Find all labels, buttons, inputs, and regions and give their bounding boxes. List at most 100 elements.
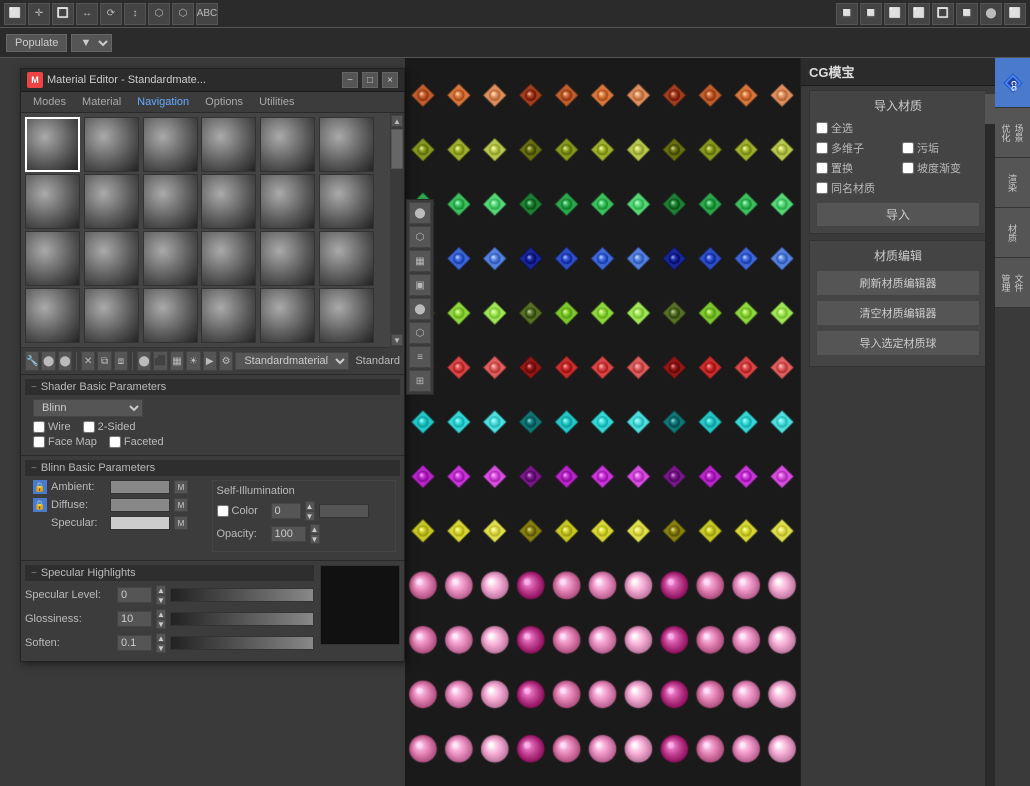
sphere-5[interactable] <box>260 117 315 172</box>
mat-tool-copy[interactable]: ⧉ <box>97 351 111 371</box>
mat-tool-sphere[interactable]: ⬤ <box>137 351 151 371</box>
faceted-checkbox-label[interactable]: Faceted <box>109 436 164 448</box>
glossiness-input[interactable] <box>117 611 152 627</box>
soften-input[interactable] <box>117 635 152 651</box>
spec-level-spin-up[interactable]: ▲ <box>156 585 166 595</box>
toolbar-icon-5[interactable]: ⟳ <box>100 3 122 25</box>
multi-sub-checkbox[interactable] <box>816 142 828 154</box>
spec-collapse-btn[interactable]: − <box>31 568 37 579</box>
glossiness-spin-down[interactable]: ▼ <box>156 619 166 629</box>
import-button[interactable]: 导入 <box>816 202 980 227</box>
mat-tool-get[interactable]: ⬤ <box>41 351 55 371</box>
soften-spin-up[interactable]: ▲ <box>156 633 166 643</box>
toolbar-icon-15[interactable]: 🔲 <box>956 3 978 25</box>
refresh-btn[interactable]: 刷新材质编辑器 <box>816 270 980 296</box>
side-icon-8[interactable]: ⊞ <box>409 370 431 392</box>
sphere-17[interactable] <box>260 231 315 286</box>
faceted-checkbox[interactable] <box>109 436 121 448</box>
sphere-7[interactable] <box>25 174 80 229</box>
sphere-12[interactable] <box>319 174 374 229</box>
diffuse-lock-btn[interactable]: 🔒 <box>33 498 47 512</box>
side-icon-5[interactable]: ⬤ <box>409 298 431 320</box>
sphere-22[interactable] <box>201 288 256 343</box>
diffuse-swatch[interactable] <box>110 498 170 512</box>
ambient-lock-btn[interactable]: 🔒 <box>33 480 47 494</box>
same-name-checkbox[interactable] <box>816 182 828 194</box>
menu-material[interactable]: Material <box>74 94 129 110</box>
scroll-up-btn[interactable]: ▲ <box>391 115 403 127</box>
mat-tool-bg[interactable]: ▦ <box>170 351 184 371</box>
sphere-13[interactable] <box>25 231 80 286</box>
dirt-checkbox-label[interactable]: 污垢 <box>902 140 980 156</box>
glossiness-spin-up[interactable]: ▲ <box>156 609 166 619</box>
blinn-collapse-btn[interactable]: − <box>31 463 37 474</box>
all-checkbox[interactable] <box>816 122 828 134</box>
sphere-24[interactable] <box>319 288 374 343</box>
side-icon-4[interactable]: ▣ <box>409 274 431 296</box>
side-tab-logo[interactable]: CG <box>995 58 1030 108</box>
ambient-map-btn[interactable]: M <box>174 480 188 494</box>
multi-sub-checkbox-label[interactable]: 多维子 <box>816 140 894 156</box>
mat-tool-put[interactable]: ⬤ <box>58 351 72 371</box>
color-spin-down[interactable]: ▼ <box>305 511 315 521</box>
clear-btn[interactable]: 清空材质编辑器 <box>816 300 980 326</box>
toolbar-icon-10[interactable]: 🔲 <box>836 3 858 25</box>
menu-options[interactable]: Options <box>197 94 251 110</box>
illum-color-checkbox[interactable] <box>217 505 229 517</box>
dirt-checkbox[interactable] <box>902 142 914 154</box>
sphere-11[interactable] <box>260 174 315 229</box>
sphere-6[interactable] <box>319 117 374 172</box>
side-tab-files[interactable]: 文件管理 <box>995 258 1030 308</box>
color-spin-up[interactable]: ▲ <box>305 501 315 511</box>
replace-checkbox[interactable] <box>816 162 828 174</box>
sphere-2[interactable] <box>84 117 139 172</box>
replace-checkbox-label[interactable]: 置换 <box>816 160 894 176</box>
sphere-1[interactable] <box>25 117 80 172</box>
face-map-checkbox-label[interactable]: Face Map <box>33 436 97 448</box>
mat-tool-light[interactable]: ☀ <box>186 351 200 371</box>
populate-dropdown[interactable]: ▼ <box>71 34 112 52</box>
opacity-spin-up[interactable]: ▲ <box>310 524 320 534</box>
mat-tool-box[interactable]: ⬛ <box>153 351 167 371</box>
scroll-down-btn[interactable]: ▼ <box>391 334 403 346</box>
menu-modes[interactable]: Modes <box>25 94 74 110</box>
menu-utilities[interactable]: Utilities <box>251 94 302 110</box>
side-icon-7[interactable]: ≡ <box>409 346 431 368</box>
side-tab-scene[interactable]: 场景优化 <box>995 108 1030 158</box>
sphere-8[interactable] <box>84 174 139 229</box>
side-icon-1[interactable]: ⬤ <box>409 202 431 224</box>
sphere-9[interactable] <box>143 174 198 229</box>
spec-level-spin-down[interactable]: ▼ <box>156 595 166 605</box>
restore-button[interactable]: □ <box>362 72 378 88</box>
soften-spin-down[interactable]: ▼ <box>156 643 166 653</box>
sphere-18[interactable] <box>319 231 374 286</box>
spec-level-input[interactable] <box>117 587 152 603</box>
mat-tool-delete[interactable]: ✕ <box>81 351 95 371</box>
import-sel-btn[interactable]: 导入选定材质球 <box>816 330 980 356</box>
toolbar-icon-12[interactable]: ⬜ <box>884 3 906 25</box>
toolbar-icon-2[interactable]: ✛ <box>28 3 50 25</box>
toolbar-icon-16[interactable]: ⬤ <box>980 3 1002 25</box>
opacity-spin-down[interactable]: ▼ <box>310 534 320 544</box>
side-icon-2[interactable]: ⬡ <box>409 226 431 248</box>
ambient-swatch[interactable] <box>110 480 170 494</box>
side-tab-render[interactable]: 渲染 <box>995 158 1030 208</box>
mat-tool-video[interactable]: ▶ <box>203 351 217 371</box>
sphere-4[interactable] <box>201 117 256 172</box>
sphere-23[interactable] <box>260 288 315 343</box>
toolbar-icon-17[interactable]: ⬜ <box>1004 3 1026 25</box>
gradient-checkbox[interactable] <box>902 162 914 174</box>
sphere-19[interactable] <box>25 288 80 343</box>
mat-tool-options[interactable]: ⚙ <box>219 351 233 371</box>
color-value-input[interactable] <box>271 503 301 519</box>
sphere-21[interactable] <box>143 288 198 343</box>
color-checkbox[interactable]: Color <box>217 505 267 517</box>
side-icon-3[interactable]: ▦ <box>409 250 431 272</box>
toolbar-icon-4[interactable]: ↔ <box>76 3 98 25</box>
sphere-16[interactable] <box>201 231 256 286</box>
diffuse-map-btn[interactable]: M <box>174 498 188 512</box>
toolbar-icon-3[interactable]: 🔳 <box>52 3 74 25</box>
sphere-3[interactable] <box>143 117 198 172</box>
mat-tool-pick[interactable]: 🔧 <box>25 351 39 371</box>
side-icon-6[interactable]: ⬡ <box>409 322 431 344</box>
